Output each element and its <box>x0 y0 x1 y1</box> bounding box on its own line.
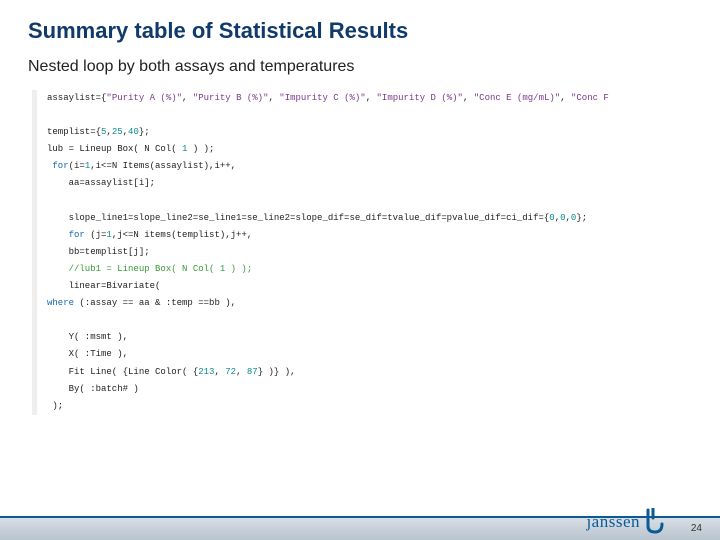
code-text: , <box>214 367 225 377</box>
code-text: , <box>560 93 571 103</box>
code-text: (j= <box>85 230 107 240</box>
code-text: Fit Line( {Line Color( { <box>47 367 198 377</box>
code-text: bb=templist[j]; <box>47 247 150 257</box>
code-comment: //lub1 = Lineup Box( N Col( 1 ) ); <box>47 264 252 274</box>
code-text: templist={ <box>47 127 101 137</box>
logo-mark-icon <box>644 508 666 536</box>
code-number: 87 <box>247 367 258 377</box>
code-number: 213 <box>198 367 214 377</box>
code-string: "Impurity C (%)" <box>279 93 365 103</box>
code-text: , <box>182 93 193 103</box>
code-number: 40 <box>128 127 139 137</box>
code-number: 72 <box>225 367 236 377</box>
code-text: , <box>236 367 247 377</box>
code-string: "Conc E (mg/mL)" <box>474 93 560 103</box>
code-string: "Purity B (%)" <box>193 93 269 103</box>
code-text: , <box>366 93 377 103</box>
code-block: assaylist={"Purity A (%)", "Purity B (%)… <box>32 90 692 415</box>
footer: janssen 24 <box>0 496 720 540</box>
code-keyword: where <box>47 298 74 308</box>
code-text: } )} ), <box>258 367 296 377</box>
janssen-logo: janssen <box>586 508 666 536</box>
code-string: "Conc F <box>571 93 609 103</box>
code-text: aa=assaylist[i]; <box>47 178 155 188</box>
code-text: ,j<=N items(templist),j++, <box>112 230 252 240</box>
code-string: "Impurity D (%)" <box>377 93 463 103</box>
code-text: ,i<=N Items(assaylist),i++, <box>90 161 236 171</box>
code-text: linear=Bivariate( <box>47 281 160 291</box>
code-text: slope_line1=slope_line2=se_line1=se_line… <box>47 213 549 223</box>
code-text: By( :batch# ) <box>47 384 139 394</box>
code-text: (i= <box>69 161 85 171</box>
code-text: ); <box>47 401 63 411</box>
slide-subtitle: Nested loop by both assays and temperatu… <box>0 54 720 90</box>
code-keyword: for <box>47 230 85 240</box>
code-text: lub = Lineup Box( N Col( <box>47 144 182 154</box>
code-text: ) ); <box>187 144 214 154</box>
code-text: , <box>268 93 279 103</box>
logo-text: janssen <box>586 512 640 532</box>
code-text: X( :Time ), <box>47 349 128 359</box>
code-text: }; <box>576 213 587 223</box>
code-text: , <box>463 93 474 103</box>
code-text: }; <box>139 127 150 137</box>
code-text: assaylist={ <box>47 93 106 103</box>
code-text: (:assay == aa & :temp ==bb ), <box>74 298 236 308</box>
code-number: 25 <box>112 127 123 137</box>
page-number: 24 <box>691 523 702 534</box>
code-text: Y( :msmt ), <box>47 332 128 342</box>
code-string: "Purity A (%)" <box>106 93 182 103</box>
slide-title: Summary table of Statistical Results <box>0 0 720 54</box>
code-keyword: for <box>52 161 68 171</box>
